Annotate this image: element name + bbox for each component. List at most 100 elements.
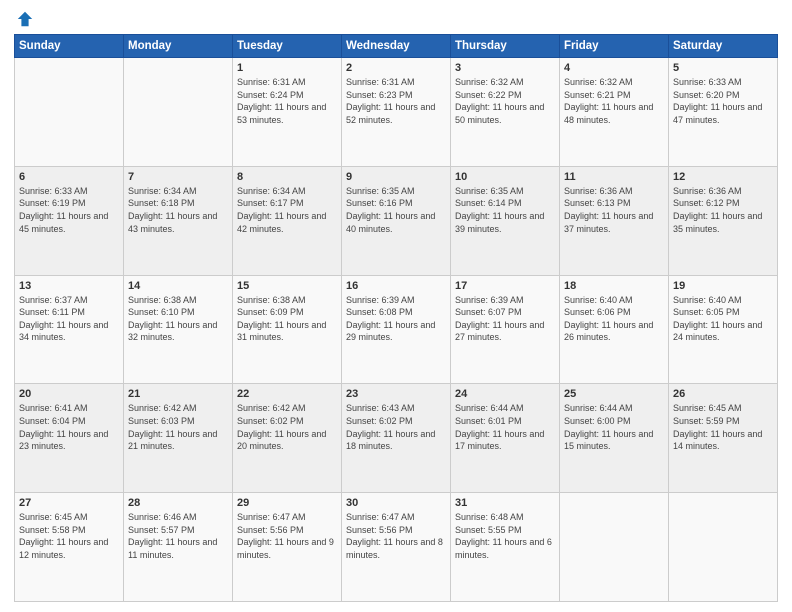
day-info: Sunrise: 6:47 AM Sunset: 5:56 PM Dayligh…: [237, 511, 337, 561]
calendar-cell: 31Sunrise: 6:48 AM Sunset: 5:55 PM Dayli…: [451, 493, 560, 602]
day-number: 18: [564, 280, 664, 292]
calendar-cell: 24 Sunrise: 6:44 AM Sunset: 6:01 PM Dayli…: [451, 384, 560, 493]
day-info: Sunrise: 6:45 AM Sunset: 5:59 PM Dayligh…: [673, 402, 773, 452]
calendar-cell: 30Sunrise: 6:47 AM Sunset: 5:56 PM Dayli…: [342, 493, 451, 602]
calendar-header-monday: Monday: [124, 35, 233, 58]
calendar-cell: 7 Sunrise: 6:34 AM Sunset: 6:18 PM Daylig…: [124, 166, 233, 275]
day-number: 13: [19, 280, 119, 292]
day-number: 8: [237, 171, 337, 183]
day-number: 10: [455, 171, 555, 183]
calendar-cell: 2Sunrise: 6:31 AM Sunset: 6:23 PM Daylig…: [342, 58, 451, 167]
calendar-cell: 11 Sunrise: 6:36 AM Sunset: 6:13 PM Dayli…: [560, 166, 669, 275]
calendar-week-3: 13 Sunrise: 6:37 AM Sunset: 6:11 PM Dayli…: [15, 275, 778, 384]
calendar-header-wednesday: Wednesday: [342, 35, 451, 58]
calendar-week-5: 27 Sunrise: 6:45 AM Sunset: 5:58 PM Dayli…: [15, 493, 778, 602]
day-number: 15: [237, 280, 337, 292]
day-number: 23: [346, 388, 446, 400]
day-info: Sunrise: 6:33 AM Sunset: 6:20 PM Dayligh…: [673, 76, 773, 126]
day-number: 28: [128, 497, 228, 509]
day-info: Sunrise: 6:31 AM Sunset: 6:23 PM Dayligh…: [346, 76, 446, 126]
calendar-header-sunday: Sunday: [15, 35, 124, 58]
day-number: 17: [455, 280, 555, 292]
calendar-header-row: SundayMondayTuesdayWednesdayThursdayFrid…: [15, 35, 778, 58]
day-info: Sunrise: 6:35 AM Sunset: 6:16 PM Dayligh…: [346, 185, 446, 235]
day-number: 16: [346, 280, 446, 292]
day-info: Sunrise: 6:35 AM Sunset: 6:14 PM Dayligh…: [455, 185, 555, 235]
day-number: 27: [19, 497, 119, 509]
day-info: Sunrise: 6:32 AM Sunset: 6:22 PM Dayligh…: [455, 76, 555, 126]
day-number: 19: [673, 280, 773, 292]
calendar-cell: 5 Sunrise: 6:33 AM Sunset: 6:20 PM Daylig…: [669, 58, 778, 167]
calendar-cell: 26Sunrise: 6:45 AM Sunset: 5:59 PM Dayli…: [669, 384, 778, 493]
day-number: 24: [455, 388, 555, 400]
calendar-cell: 21 Sunrise: 6:42 AM Sunset: 6:03 PM Dayli…: [124, 384, 233, 493]
day-info: Sunrise: 6:39 AM Sunset: 6:07 PM Dayligh…: [455, 294, 555, 344]
calendar-cell: 15 Sunrise: 6:38 AM Sunset: 6:09 PM Dayli…: [233, 275, 342, 384]
day-info: Sunrise: 6:33 AM Sunset: 6:19 PM Dayligh…: [19, 185, 119, 235]
day-info: Sunrise: 6:36 AM Sunset: 6:13 PM Dayligh…: [564, 185, 664, 235]
day-info: Sunrise: 6:44 AM Sunset: 6:01 PM Dayligh…: [455, 402, 555, 452]
day-number: 3: [455, 62, 555, 74]
day-number: 1: [237, 62, 337, 74]
day-number: 4: [564, 62, 664, 74]
day-number: 22: [237, 388, 337, 400]
day-info: Sunrise: 6:31 AM Sunset: 6:24 PM Dayligh…: [237, 76, 337, 126]
day-number: 25: [564, 388, 664, 400]
logo-icon: [16, 10, 34, 28]
day-number: 11: [564, 171, 664, 183]
day-number: 14: [128, 280, 228, 292]
calendar-week-1: 1 Sunrise: 6:31 AM Sunset: 6:24 PM Daylig…: [15, 58, 778, 167]
calendar-cell: 17 Sunrise: 6:39 AM Sunset: 6:07 PM Dayli…: [451, 275, 560, 384]
day-info: Sunrise: 6:40 AM Sunset: 6:06 PM Dayligh…: [564, 294, 664, 344]
calendar-cell: 25 Sunrise: 6:44 AM Sunset: 6:00 PM Dayli…: [560, 384, 669, 493]
day-info: Sunrise: 6:36 AM Sunset: 6:12 PM Dayligh…: [673, 185, 773, 235]
calendar-cell: [15, 58, 124, 167]
day-number: 9: [346, 171, 446, 183]
day-info: Sunrise: 6:42 AM Sunset: 6:02 PM Dayligh…: [237, 402, 337, 452]
day-number: 5: [673, 62, 773, 74]
day-info: Sunrise: 6:32 AM Sunset: 6:21 PM Dayligh…: [564, 76, 664, 126]
day-info: Sunrise: 6:45 AM Sunset: 5:58 PM Dayligh…: [19, 511, 119, 561]
day-info: Sunrise: 6:48 AM Sunset: 5:55 PM Dayligh…: [455, 511, 555, 561]
logo: [14, 10, 34, 28]
calendar-cell: 4 Sunrise: 6:32 AM Sunset: 6:21 PM Daylig…: [560, 58, 669, 167]
day-number: 6: [19, 171, 119, 183]
day-number: 21: [128, 388, 228, 400]
calendar-cell: 19 Sunrise: 6:40 AM Sunset: 6:05 PM Dayli…: [669, 275, 778, 384]
page: SundayMondayTuesdayWednesdayThursdayFrid…: [0, 0, 792, 612]
day-number: 20: [19, 388, 119, 400]
day-info: Sunrise: 6:41 AM Sunset: 6:04 PM Dayligh…: [19, 402, 119, 452]
calendar-cell: 6 Sunrise: 6:33 AM Sunset: 6:19 PM Daylig…: [15, 166, 124, 275]
calendar-cell: 28 Sunrise: 6:46 AM Sunset: 5:57 PM Dayli…: [124, 493, 233, 602]
calendar-cell: 29 Sunrise: 6:47 AM Sunset: 5:56 PM Dayli…: [233, 493, 342, 602]
calendar-cell: 14Sunrise: 6:38 AM Sunset: 6:10 PM Dayli…: [124, 275, 233, 384]
calendar-cell: 22 Sunrise: 6:42 AM Sunset: 6:02 PM Dayli…: [233, 384, 342, 493]
calendar-cell: [669, 493, 778, 602]
day-number: 12: [673, 171, 773, 183]
day-number: 7: [128, 171, 228, 183]
day-info: Sunrise: 6:37 AM Sunset: 6:11 PM Dayligh…: [19, 294, 119, 344]
day-info: Sunrise: 6:44 AM Sunset: 6:00 PM Dayligh…: [564, 402, 664, 452]
calendar: SundayMondayTuesdayWednesdayThursdayFrid…: [14, 34, 778, 602]
header: [14, 10, 778, 28]
calendar-cell: [124, 58, 233, 167]
day-info: Sunrise: 6:46 AM Sunset: 5:57 PM Dayligh…: [128, 511, 228, 561]
calendar-cell: 10 Sunrise: 6:35 AM Sunset: 6:14 PM Dayli…: [451, 166, 560, 275]
calendar-header-thursday: Thursday: [451, 35, 560, 58]
calendar-cell: [560, 493, 669, 602]
day-info: Sunrise: 6:42 AM Sunset: 6:03 PM Dayligh…: [128, 402, 228, 452]
day-info: Sunrise: 6:40 AM Sunset: 6:05 PM Dayligh…: [673, 294, 773, 344]
calendar-cell: 3 Sunrise: 6:32 AM Sunset: 6:22 PM Daylig…: [451, 58, 560, 167]
calendar-cell: 13 Sunrise: 6:37 AM Sunset: 6:11 PM Dayli…: [15, 275, 124, 384]
calendar-week-2: 6 Sunrise: 6:33 AM Sunset: 6:19 PM Daylig…: [15, 166, 778, 275]
day-number: 29: [237, 497, 337, 509]
day-info: Sunrise: 6:34 AM Sunset: 6:18 PM Dayligh…: [128, 185, 228, 235]
calendar-cell: 18 Sunrise: 6:40 AM Sunset: 6:06 PM Dayli…: [560, 275, 669, 384]
calendar-week-4: 20 Sunrise: 6:41 AM Sunset: 6:04 PM Dayli…: [15, 384, 778, 493]
day-info: Sunrise: 6:38 AM Sunset: 6:09 PM Dayligh…: [237, 294, 337, 344]
calendar-header-saturday: Saturday: [669, 35, 778, 58]
day-info: Sunrise: 6:34 AM Sunset: 6:17 PM Dayligh…: [237, 185, 337, 235]
calendar-cell: 9 Sunrise: 6:35 AM Sunset: 6:16 PM Daylig…: [342, 166, 451, 275]
day-info: Sunrise: 6:43 AM Sunset: 6:02 PM Dayligh…: [346, 402, 446, 452]
calendar-cell: 16Sunrise: 6:39 AM Sunset: 6:08 PM Dayli…: [342, 275, 451, 384]
